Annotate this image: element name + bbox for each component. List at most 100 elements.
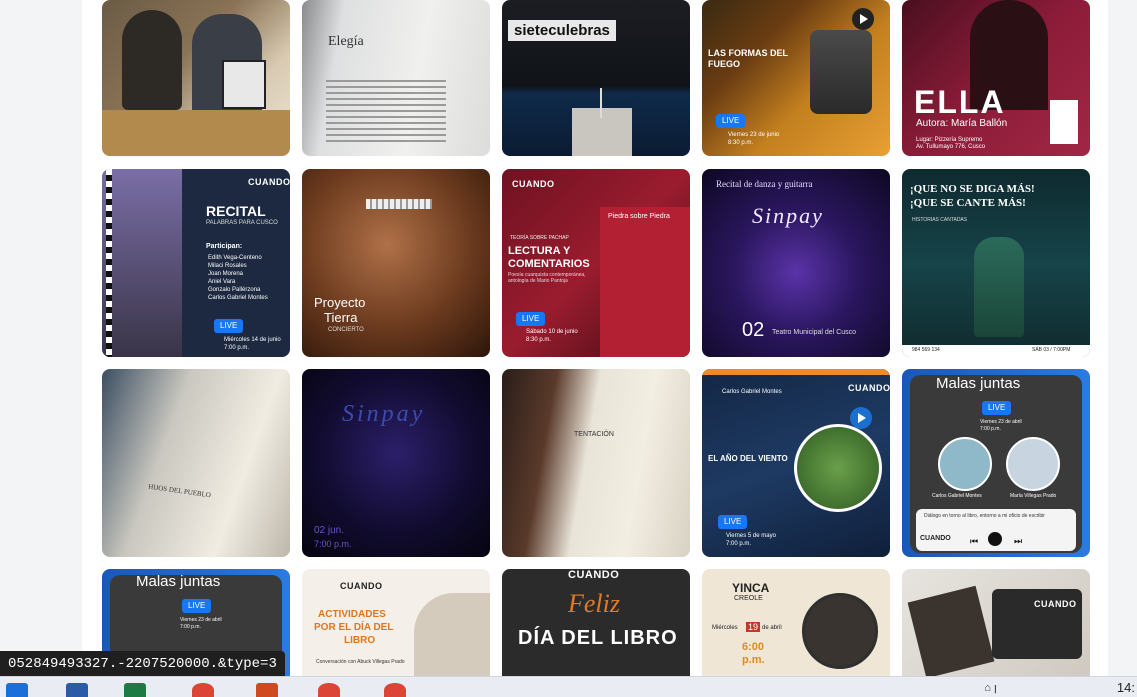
cuando-logo: CUANDO [920, 535, 951, 542]
page-heading: TENTACIÓN [574, 431, 614, 438]
post-tile-hijos-del-pueblo-book[interactable]: HIJOS DEL PUEBLO [102, 369, 290, 557]
excel-icon[interactable] [124, 683, 146, 697]
feed-page: Elegía sieteculebras LAS FORMAS DEL FUEG… [82, 0, 1108, 680]
avatar [938, 437, 992, 491]
chrome-icon[interactable] [384, 683, 406, 697]
event-title-line-3: LIBRO [344, 635, 376, 646]
participant-item: Joan Morena [208, 271, 244, 277]
poem-title: Elegía [328, 34, 364, 49]
link-url-status: 052849493327.-2207520000.&type=3 [0, 651, 285, 677]
caption: Diálogo en torno al libro, entorno a mi … [924, 513, 1045, 519]
event-kicker: TEORÍA SOBRE PACHAP [510, 235, 569, 241]
cuando-logo: CUANDO [512, 179, 555, 189]
event-subtitle: HISTORIAS CANTADAS [912, 217, 968, 223]
facebook-live-badge: LIVE [214, 319, 244, 333]
event-title: Sinpay [752, 203, 824, 228]
participant-item: Edith Vega-Centeno [208, 255, 262, 261]
speaker-name: Carlos Gabriel Montes [932, 493, 982, 499]
magazine-title: sieteculebras [508, 20, 616, 41]
event-time: 8:30 p.m. [728, 140, 754, 146]
post-tile-malas-juntas[interactable]: Malas juntas LIVE Viernes 23 de abril 7:… [902, 369, 1090, 557]
event-title-line-2: Tierra [324, 310, 358, 325]
event-date: Viernes 23 de abril [980, 419, 1022, 425]
post-tile-ella[interactable]: ELLA Autora: María Ballón Lugar: Pizzerí… [902, 0, 1090, 156]
event-date: 02 jun. [314, 525, 345, 536]
post-tile-recital-palabras-para-cusco[interactable]: CUANDO RECITAL PALABRAS PARA CUSCO Parti… [102, 169, 290, 357]
post-tile-actividades-dia-del-libro[interactable]: CUANDO ACTIVIDADES POR EL DÍA DEL LIBRO … [302, 569, 490, 680]
post-tile-sieteculebras[interactable]: sieteculebras [502, 0, 690, 156]
event-author: Autora: María Ballón [916, 118, 1008, 129]
event-time: 7:00 p.m. [224, 345, 250, 351]
taskbar: ⌂ ꞁ 14: [0, 676, 1137, 697]
post-tile-lectura-y-comentarios[interactable]: CUANDO TEORÍA SOBRE PACHAP LECTURA Y COM… [502, 169, 690, 357]
event-date: Viernes 23 de junio [728, 132, 780, 138]
post-tile-feliz-dia-del-libro[interactable]: CUANDO Feliz DÍA DEL LIBRO [502, 569, 690, 680]
facebook-live-badge: LIVE [718, 515, 748, 529]
post-tile-old-typewriter[interactable]: CUANDO [902, 569, 1090, 680]
event-date: Miércoles 14 de junio [224, 337, 281, 343]
post-tile-sinpay-dark[interactable]: Sinpay 02 jun. 7:00 p.m. [302, 369, 490, 557]
word-icon[interactable] [66, 683, 88, 697]
event-title: LECTURA Y [508, 245, 571, 257]
event-title: LAS FORMAS DEL FUEGO [708, 48, 788, 69]
event-title-line-2: ¡QUE SE CANTE MÁS! [910, 197, 1026, 209]
network-icon[interactable]: ⌂ ꞁ [984, 681, 997, 694]
participant-item: Carlos Gabriel Montes [208, 295, 268, 301]
event-date: Viernes 23 de abril [180, 617, 222, 623]
event-title-line-2: COMENTARIOS [508, 258, 590, 270]
start-icon[interactable] [6, 683, 28, 697]
event-time: 7:00 p.m. [726, 541, 752, 547]
participant-item: Milaci Rosales [208, 263, 247, 269]
event-time: 6:00 [742, 641, 765, 653]
post-tile-tentacion-book[interactable]: TENTACIÓN [502, 369, 690, 557]
event-title: ¡QUE NO SE DIGA MÁS! [910, 183, 1035, 195]
event-time: 7:00 p.m. [314, 539, 352, 549]
post-tile-proyecto-tierra[interactable]: Proyecto Tierra CONCIERTO [302, 169, 490, 357]
participant-item: Aniel Vara [208, 279, 236, 285]
post-tile-two-men-with-book[interactable] [102, 0, 290, 156]
cuando-logo: CUANDO [568, 569, 620, 581]
book-title: Piedra sobre Piedra [608, 213, 670, 220]
facebook-live-badge: LIVE [982, 401, 1012, 415]
event-day: 02 [742, 319, 765, 341]
event-title: Malas juntas [136, 573, 221, 590]
event-date-suffix: de abril [762, 625, 782, 631]
event-venue: Teatro Municipal del Cusco [772, 329, 857, 336]
play-icon[interactable] [850, 407, 872, 429]
speaker-name: María Villegas Prado [1010, 493, 1057, 499]
facebook-live-badge: LIVE [516, 312, 546, 326]
event-title-line-2: POR EL DÍA DEL [314, 622, 394, 633]
clock[interactable]: 14: [1117, 680, 1135, 695]
post-tile-yinca-creole[interactable]: YINCA CREOLE Miércoles 19 de abril 6:00 … [702, 569, 890, 680]
participant-item: Gonzalo Pallérzona [208, 287, 261, 293]
previous-icon: ⏮ [970, 536, 979, 546]
event-time: 7:00 p.m. [180, 624, 201, 630]
event-title: Proyecto [314, 295, 366, 310]
event-title: Malas juntas [936, 375, 1021, 392]
cuando-logo: CUANDO [848, 383, 890, 393]
chrome-icon[interactable] [192, 683, 214, 697]
event-header: Recital de danza y guitarra [716, 179, 813, 189]
cuando-logo: CUANDO [1034, 599, 1077, 609]
brand-name-line-2: CREOLE [734, 595, 763, 602]
page-heading: HIJOS DEL PUEBLO [147, 482, 212, 500]
chrome-icon[interactable] [318, 683, 340, 697]
event-subtitle: PALABRAS PARA CUSCO [206, 220, 278, 226]
event-date: Sábado 10 de junio [526, 329, 578, 335]
event-time: 8:30 p.m. [526, 337, 552, 343]
post-tile-el-ano-del-viento[interactable]: CUANDO Carlos Gabriel Montes EL AÑO DEL … [702, 369, 890, 557]
event-place: Lugar: Pizzería Supremo [916, 137, 983, 143]
facebook-live-badge: LIVE [182, 599, 212, 613]
participants-label: Participan: [206, 243, 243, 250]
post-tile-las-formas-del-fuego[interactable]: LAS FORMAS DEL FUEGO LIVE Viernes 23 de … [702, 0, 890, 156]
event-title: EL AÑO DEL VIENTO [708, 454, 788, 463]
post-tile-sinpay-recital[interactable]: Recital de danza y guitarra Sinpay 02 Te… [702, 169, 890, 357]
caption: Conversación con Abuck Villegas Prado [316, 659, 405, 665]
post-tile-elegia-poem[interactable]: Elegía [302, 0, 490, 156]
play-icon[interactable] [852, 8, 874, 30]
powerpoint-icon[interactable] [256, 683, 278, 697]
post-tile-que-no-se-diga-mas[interactable]: ¡QUE NO SE DIGA MÁS! ¡QUE SE CANTE MÁS! … [902, 169, 1090, 357]
cuando-logo: CUANDO [248, 177, 290, 187]
event-subtitle: CONCIERTO [328, 327, 364, 333]
guest-name: Carlos Gabriel Montes [722, 389, 782, 395]
